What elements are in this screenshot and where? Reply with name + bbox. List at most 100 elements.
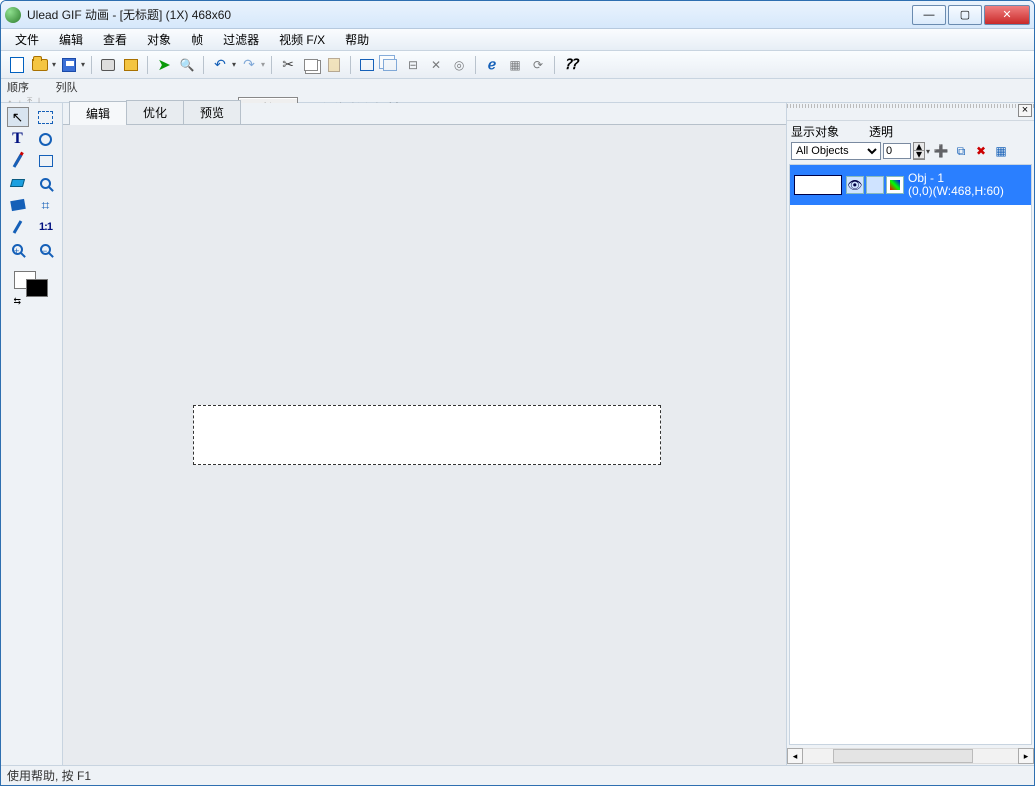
zoom-out-tool[interactable] xyxy=(35,239,57,259)
ellipse-tool[interactable] xyxy=(35,129,57,149)
save-dropdown-icon[interactable]: ▾ xyxy=(81,60,85,69)
minimize-button[interactable]: — xyxy=(912,5,946,25)
green-arrow-icon: ➤ xyxy=(157,55,170,75)
redo-dropdown-icon[interactable]: ▾ xyxy=(261,60,265,69)
panel-close-button[interactable]: × xyxy=(1018,104,1032,117)
pointer-tool[interactable]: ↖ xyxy=(7,107,29,127)
undo-dropdown-icon[interactable]: ▾ xyxy=(232,60,236,69)
panel-grip[interactable]: × xyxy=(787,103,1034,121)
magnifier-button[interactable]: 🔍 xyxy=(177,55,197,75)
close-button[interactable]: ✕ xyxy=(984,5,1030,25)
ungroup-button[interactable]: ⊟ xyxy=(403,55,423,75)
panel-delete-button[interactable]: ✖ xyxy=(972,142,990,160)
separator-icon xyxy=(475,56,476,74)
save-disk-icon xyxy=(62,58,76,72)
undo-button[interactable]: ↶ xyxy=(210,55,230,75)
transparency-dropdown-icon[interactable]: ▾ xyxy=(926,147,930,156)
cut-button[interactable]: ✂ xyxy=(278,55,298,75)
layer-button[interactable] xyxy=(357,55,377,75)
transparency-stepper[interactable]: ▴▾ xyxy=(913,142,925,160)
new-file-icon xyxy=(10,57,24,73)
panel-new-button[interactable]: ➕ xyxy=(932,142,950,160)
visibility-toggle[interactable]: 👁 xyxy=(846,176,864,194)
menu-object[interactable]: 对象 xyxy=(137,29,181,50)
color-mode-toggle[interactable] xyxy=(886,176,904,194)
grip-icon xyxy=(787,104,1034,108)
transparency-input[interactable] xyxy=(883,143,911,159)
main-toolbar: ▾ ▾ ➤ 🔍 ↶ ▾ ↷ ▾ ✂ ⊟ ✕ ◎ ℯ ▦ ⟳ ⁇ xyxy=(1,51,1034,79)
scroll-track[interactable] xyxy=(803,748,1018,764)
tab-preview[interactable]: 预览 xyxy=(183,100,241,124)
panel-scrollbar[interactable]: ◂ ▸ xyxy=(787,747,1034,765)
show-objects-select[interactable]: All Objects xyxy=(791,142,881,160)
maximize-button[interactable]: ▢ xyxy=(948,5,982,25)
swap-colors-icon[interactable]: ⇆ xyxy=(14,296,22,307)
copy-button[interactable] xyxy=(301,55,321,75)
menu-view[interactable]: 查看 xyxy=(93,29,137,50)
crop-icon: ⌗ xyxy=(42,197,50,214)
panel-options-button[interactable]: ▦ xyxy=(992,142,1010,160)
shape-tool[interactable] xyxy=(35,151,57,171)
lock-toggle[interactable] xyxy=(866,176,884,194)
web3-button[interactable]: ⟳ xyxy=(528,55,548,75)
web-button[interactable]: ℯ xyxy=(482,55,502,75)
menu-frame[interactable]: 帧 xyxy=(181,29,213,50)
tab-edit[interactable]: 编辑 xyxy=(69,101,127,125)
titlebar: Ulead GIF 动画 - [无标题] (1X) 468x60 — ▢ ✕ xyxy=(1,1,1034,29)
scroll-thumb[interactable] xyxy=(833,749,973,763)
open-dropdown-icon[interactable]: ▾ xyxy=(52,60,56,69)
dup-layer-button[interactable] xyxy=(380,55,400,75)
open-button[interactable] xyxy=(30,55,50,75)
objects-panel: × 显示对象 透明 All Objects ▴▾ ▾ ➕ ⧉ ✖ ▦ xyxy=(786,103,1034,765)
scroll-right-button[interactable]: ▸ xyxy=(1018,748,1034,764)
color-swatches[interactable]: ⇆ xyxy=(12,271,52,301)
options-icon: ▦ xyxy=(995,144,1006,158)
toolbox: ↖ T ⌗ 1:1 xyxy=(1,103,63,765)
new-button[interactable] xyxy=(7,55,27,75)
print-button[interactable] xyxy=(98,55,118,75)
menu-edit[interactable]: 编辑 xyxy=(49,29,93,50)
scroll-left-button[interactable]: ◂ xyxy=(787,748,803,764)
canvas-viewport[interactable] xyxy=(63,125,786,765)
crop-tool[interactable]: ⌗ xyxy=(35,195,57,215)
object-thumbnail xyxy=(794,175,842,195)
objects-list[interactable]: 👁 Obj - 1 (0,0)(W:468,H:60) xyxy=(789,164,1032,745)
link-button[interactable]: ✕ xyxy=(426,55,446,75)
menu-videofx[interactable]: 视频 F/X xyxy=(269,29,335,50)
separator-icon xyxy=(147,56,148,74)
web2-button[interactable]: ▦ xyxy=(505,55,525,75)
save-button[interactable] xyxy=(59,55,79,75)
menu-file[interactable]: 文件 xyxy=(5,29,49,50)
panel-copy-button[interactable]: ⧉ xyxy=(952,142,970,160)
marquee-tool[interactable] xyxy=(35,107,57,127)
tab-optimize[interactable]: 优化 xyxy=(126,100,184,124)
canvas[interactable] xyxy=(193,405,661,465)
app-icon xyxy=(5,7,21,23)
paste-button[interactable] xyxy=(324,55,344,75)
background-swatch[interactable] xyxy=(26,279,48,297)
eraser-tool[interactable] xyxy=(7,173,29,193)
fill-tool[interactable] xyxy=(7,195,29,215)
sequence-label: 顺序 xyxy=(7,79,42,95)
text-tool[interactable]: T xyxy=(7,129,29,149)
scan-button[interactable] xyxy=(121,55,141,75)
redo-button[interactable]: ↷ xyxy=(239,55,259,75)
window-title: Ulead GIF 动画 - [无标题] (1X) 468x60 xyxy=(27,6,912,23)
browser-icon: ▦ xyxy=(509,58,520,72)
eyedropper-tool[interactable] xyxy=(7,217,29,237)
object-row[interactable]: 👁 Obj - 1 (0,0)(W:468,H:60) xyxy=(790,165,1031,205)
brush-tool[interactable] xyxy=(7,151,29,171)
merge-button[interactable]: ◎ xyxy=(449,55,469,75)
zoom-in-tool[interactable] xyxy=(7,239,29,259)
open-folder-icon xyxy=(32,59,48,71)
menu-filter[interactable]: 过滤器 xyxy=(213,29,269,50)
zoom-tool[interactable] xyxy=(35,173,57,193)
menu-help[interactable]: 帮助 xyxy=(335,29,379,50)
whats-this-button[interactable]: ⁇ xyxy=(561,55,581,75)
toggle-arrow-button[interactable]: ➤ xyxy=(154,55,174,75)
globe-icon: ℯ xyxy=(488,56,496,73)
delete-icon: ✖ xyxy=(976,144,986,158)
eraser-icon xyxy=(10,179,25,187)
actual-size-tool[interactable]: 1:1 xyxy=(35,217,57,237)
transparency-label: 透明 xyxy=(869,123,893,140)
